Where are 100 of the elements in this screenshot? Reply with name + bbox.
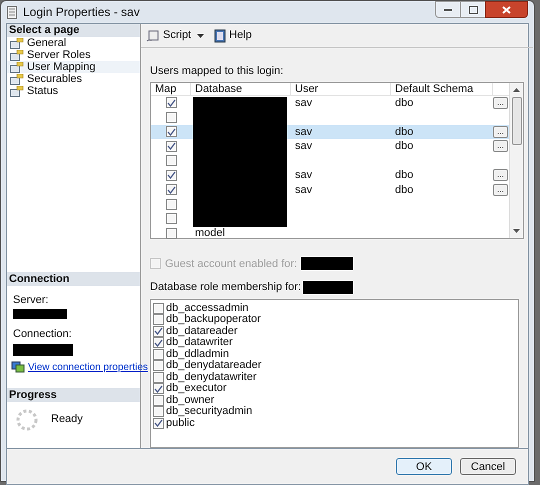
cancel-button[interactable]: Cancel — [460, 458, 516, 474]
nav-item[interactable]: Server Roles — [7, 49, 140, 61]
scrollbar[interactable] — [509, 82, 523, 238]
grid-cell: model — [195, 227, 225, 239]
grid-cell: sav — [295, 126, 312, 138]
role-label: db_datawriter — [166, 337, 233, 348]
grid-cell: sav — [295, 96, 312, 108]
dropdown-arrow-icon[interactable] — [197, 34, 204, 38]
grid-cell: dbo — [395, 169, 414, 181]
role-checkbox[interactable] — [153, 326, 164, 337]
grid-row[interactable]: sav dbo ... — [151, 168, 509, 182]
grid-cell: sav — [295, 184, 312, 196]
role-label: db_denydatawriter — [166, 372, 257, 383]
view-connection-link[interactable]: View connection properties — [28, 360, 148, 374]
window-title: Login Properties - sav — [23, 4, 140, 21]
checkbox[interactable] — [166, 170, 176, 181]
checkbox[interactable] — [166, 140, 176, 152]
column-header[interactable]: Map — [151, 82, 191, 94]
minimize-button[interactable] — [435, 1, 461, 18]
role-label: db_datareader — [166, 326, 238, 337]
scroll-icon — [146, 28, 160, 42]
redaction — [13, 309, 67, 319]
role-label: db_ddladmin — [166, 348, 229, 360]
section-label: Users mapped to this login: — [150, 64, 284, 79]
role-checkbox[interactable] — [153, 360, 164, 372]
role-checkbox[interactable] — [153, 383, 164, 394]
role-label: db_backupoperator — [166, 314, 261, 326]
redaction — [301, 257, 354, 270]
window-icon — [7, 6, 17, 18]
checkbox[interactable] — [166, 228, 176, 239]
redaction — [303, 280, 354, 294]
checkbox[interactable] — [166, 213, 176, 224]
column-header[interactable]: Database — [191, 82, 291, 94]
spinner-icon — [15, 408, 39, 432]
nav-item[interactable]: General — [7, 37, 140, 49]
grid-row[interactable]: sav dbo ... — [151, 182, 509, 197]
checkbox[interactable] — [166, 155, 176, 166]
role-checkbox[interactable] — [153, 372, 164, 383]
checkbox[interactable] — [166, 126, 176, 138]
maximize-icon — [468, 6, 478, 14]
ok-button[interactable]: OK — [396, 458, 452, 474]
grid-row[interactable]: sav dbo ... — [151, 96, 509, 110]
checkbox[interactable] — [166, 184, 176, 196]
role-checkbox[interactable] — [153, 348, 164, 360]
help-book-icon — [214, 28, 226, 42]
help-button[interactable]: Help — [214, 27, 252, 44]
role-label: db_owner — [166, 394, 214, 406]
script-button[interactable]: Script — [146, 27, 192, 44]
grid-cell: dbo — [395, 184, 414, 196]
role-label: db_executor — [166, 383, 227, 394]
grid-row[interactable]: model — [151, 226, 509, 240]
role-label: db_denydatareader — [166, 360, 262, 372]
role-checkbox[interactable] — [153, 314, 164, 326]
progress-status: Ready — [51, 412, 83, 426]
checkbox[interactable] — [166, 198, 176, 210]
page-icon — [10, 50, 24, 60]
column-header[interactable]: User — [291, 82, 391, 94]
role-checkbox[interactable] — [153, 406, 164, 418]
server-label: Server: — [13, 292, 50, 308]
scroll-down-icon — [513, 228, 520, 232]
browse-button[interactable]: ... — [493, 126, 508, 138]
checkbox[interactable] — [166, 97, 176, 108]
guest-label: Guest account enabled for: — [165, 256, 298, 272]
role-checkbox[interactable] — [153, 337, 164, 348]
connection-label: Connection: — [13, 327, 73, 342]
page-icon — [10, 38, 24, 48]
browse-button[interactable]: ... — [493, 169, 508, 182]
maximize-button[interactable] — [461, 1, 485, 18]
section-header: Progress — [7, 388, 140, 402]
browse-button[interactable]: ... — [493, 96, 508, 109]
browse-button[interactable]: ... — [493, 140, 508, 152]
minimize-icon — [444, 8, 452, 11]
nav-item[interactable]: User Mapping — [7, 61, 140, 73]
page-icon — [10, 86, 24, 96]
close-button[interactable] — [485, 1, 528, 18]
role-checkbox[interactable] — [153, 418, 164, 429]
grid-cell: dbo — [395, 140, 414, 152]
section-header: Connection — [7, 272, 140, 286]
section-label: Database role membership for: — [150, 280, 302, 295]
checkbox[interactable] — [166, 112, 176, 123]
redaction — [13, 344, 73, 356]
role-checkbox[interactable] — [153, 302, 164, 314]
role-label: public — [166, 418, 195, 429]
grid-cell: sav — [295, 169, 312, 181]
grid-cell: sav — [295, 140, 312, 152]
page-icon — [10, 62, 24, 72]
role-label: db_accessadmin — [166, 302, 249, 314]
column-header[interactable]: Default Schema — [391, 82, 493, 94]
role-label: db_securityadmin — [166, 406, 252, 418]
scroll-up-icon — [513, 88, 520, 92]
browse-button[interactable]: ... — [493, 184, 508, 196]
role-checkbox[interactable] — [153, 394, 164, 406]
section-header: Select a page — [7, 24, 140, 37]
grid-cell: dbo — [395, 96, 414, 108]
nav-item[interactable]: Securables — [7, 73, 140, 85]
nav-item[interactable]: Status — [7, 85, 140, 97]
scroll-thumb[interactable] — [512, 96, 522, 144]
grid-row[interactable]: sav dbo ... — [151, 139, 509, 154]
connection-icon — [11, 361, 25, 373]
grid-cell: dbo — [395, 126, 414, 138]
